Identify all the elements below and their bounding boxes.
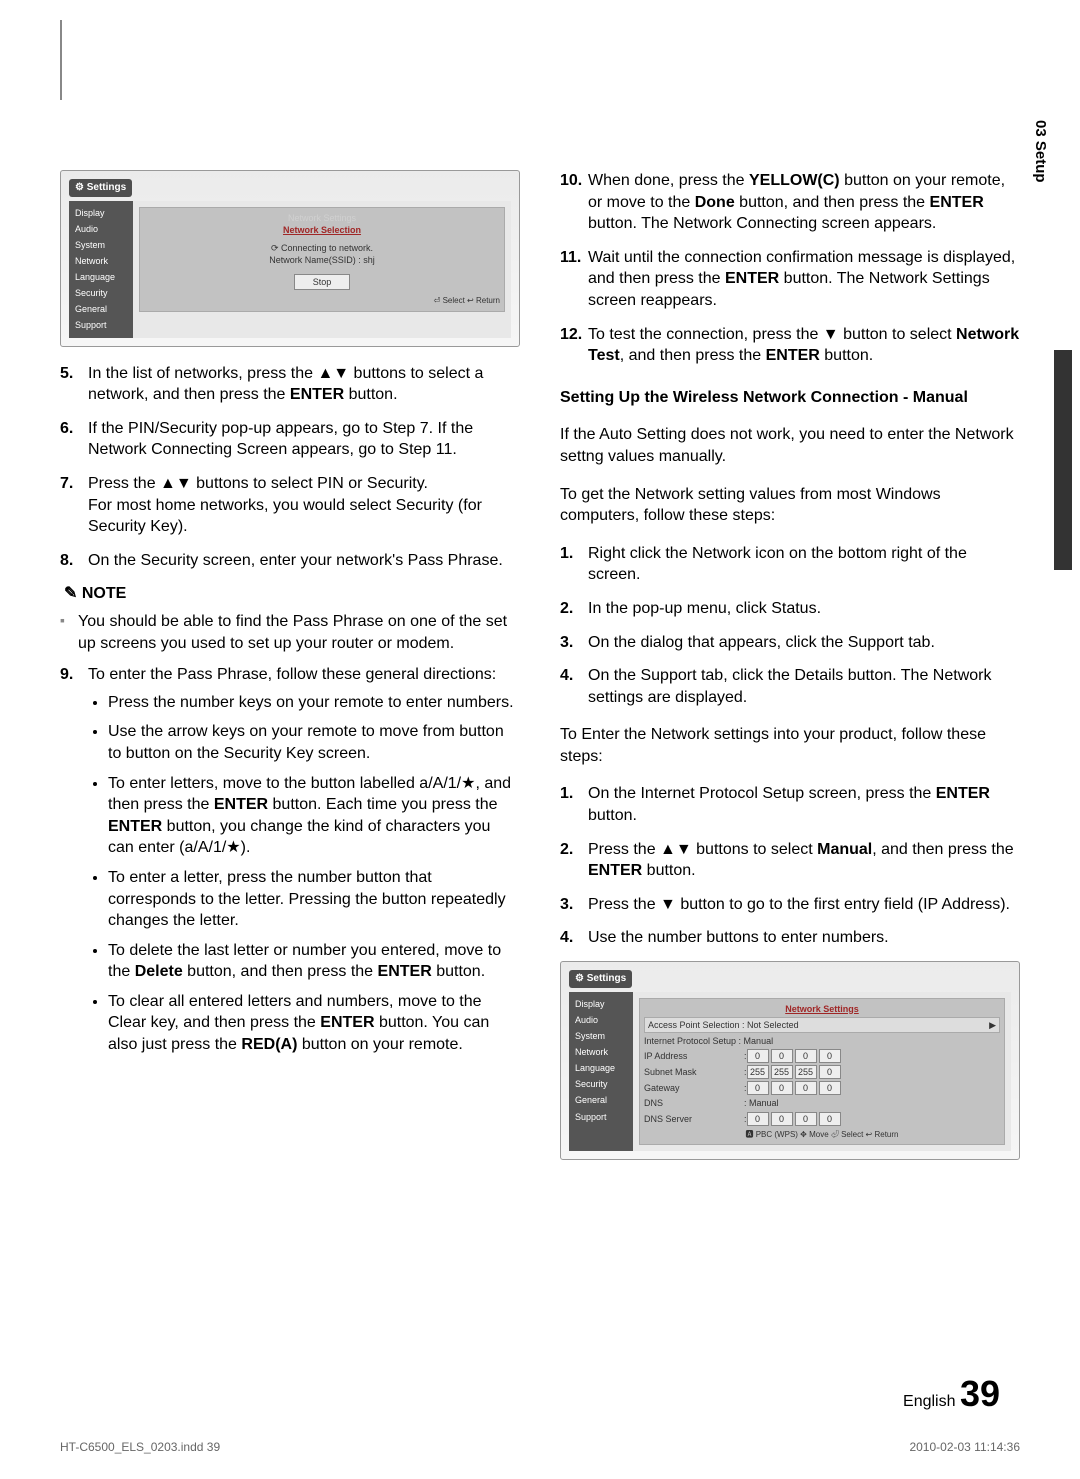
section-tab: 03 Setup bbox=[1030, 120, 1050, 183]
screenshot-network-selection: Settings DisplayAudio SystemNetwork Lang… bbox=[60, 170, 520, 347]
step-11: Wait until the connection confirmation m… bbox=[588, 247, 1020, 312]
page-footer: English 39 bbox=[903, 1370, 1000, 1419]
step-5: In the list of networks, press the ▲▼ bu… bbox=[88, 363, 520, 406]
ss1-sidebar: DisplayAudio SystemNetwork LanguageSecur… bbox=[69, 201, 133, 338]
print-meta: HT-C6500_ELS_0203.indd 392010-02-03 11:1… bbox=[60, 1439, 1020, 1455]
step-9: To enter the Pass Phrase, follow these g… bbox=[88, 664, 520, 1064]
ss1-title: Settings bbox=[69, 179, 132, 197]
left-column: Settings DisplayAudio SystemNetwork Lang… bbox=[60, 170, 520, 1176]
binding-mark bbox=[60, 20, 62, 100]
note-text: You should be able to find the Pass Phra… bbox=[78, 611, 520, 654]
screenshot-ip-manual: Settings DisplayAudio SystemNetwork Lang… bbox=[560, 961, 1020, 1160]
ss2-sidebar: DisplayAudio SystemNetwork LanguageSecur… bbox=[569, 992, 633, 1152]
stop-button[interactable]: Stop bbox=[294, 274, 351, 290]
note-heading: ✎ NOTE bbox=[64, 583, 520, 605]
manual-p2: To get the Network setting values from m… bbox=[560, 484, 1020, 527]
manual-heading: Setting Up the Wireless Network Connecti… bbox=[560, 387, 1020, 409]
manual-p3: To Enter the Network settings into your … bbox=[560, 724, 1020, 767]
step-7: Press the ▲▼ buttons to select PIN or Se… bbox=[88, 473, 520, 538]
step-6: If the PIN/Security pop-up appears, go t… bbox=[88, 418, 520, 461]
ss2-title: Settings bbox=[569, 970, 632, 988]
step-12: To test the connection, press the ▼ butt… bbox=[588, 324, 1020, 367]
step-8: On the Security screen, enter your netwo… bbox=[88, 550, 520, 572]
manual-p1: If the Auto Setting does not work, you n… bbox=[560, 424, 1020, 467]
edge-tab bbox=[1054, 350, 1072, 570]
right-column: 10.When done, press the YELLOW(C) button… bbox=[560, 170, 1020, 1176]
step-10: When done, press the YELLOW(C) button on… bbox=[588, 170, 1020, 235]
